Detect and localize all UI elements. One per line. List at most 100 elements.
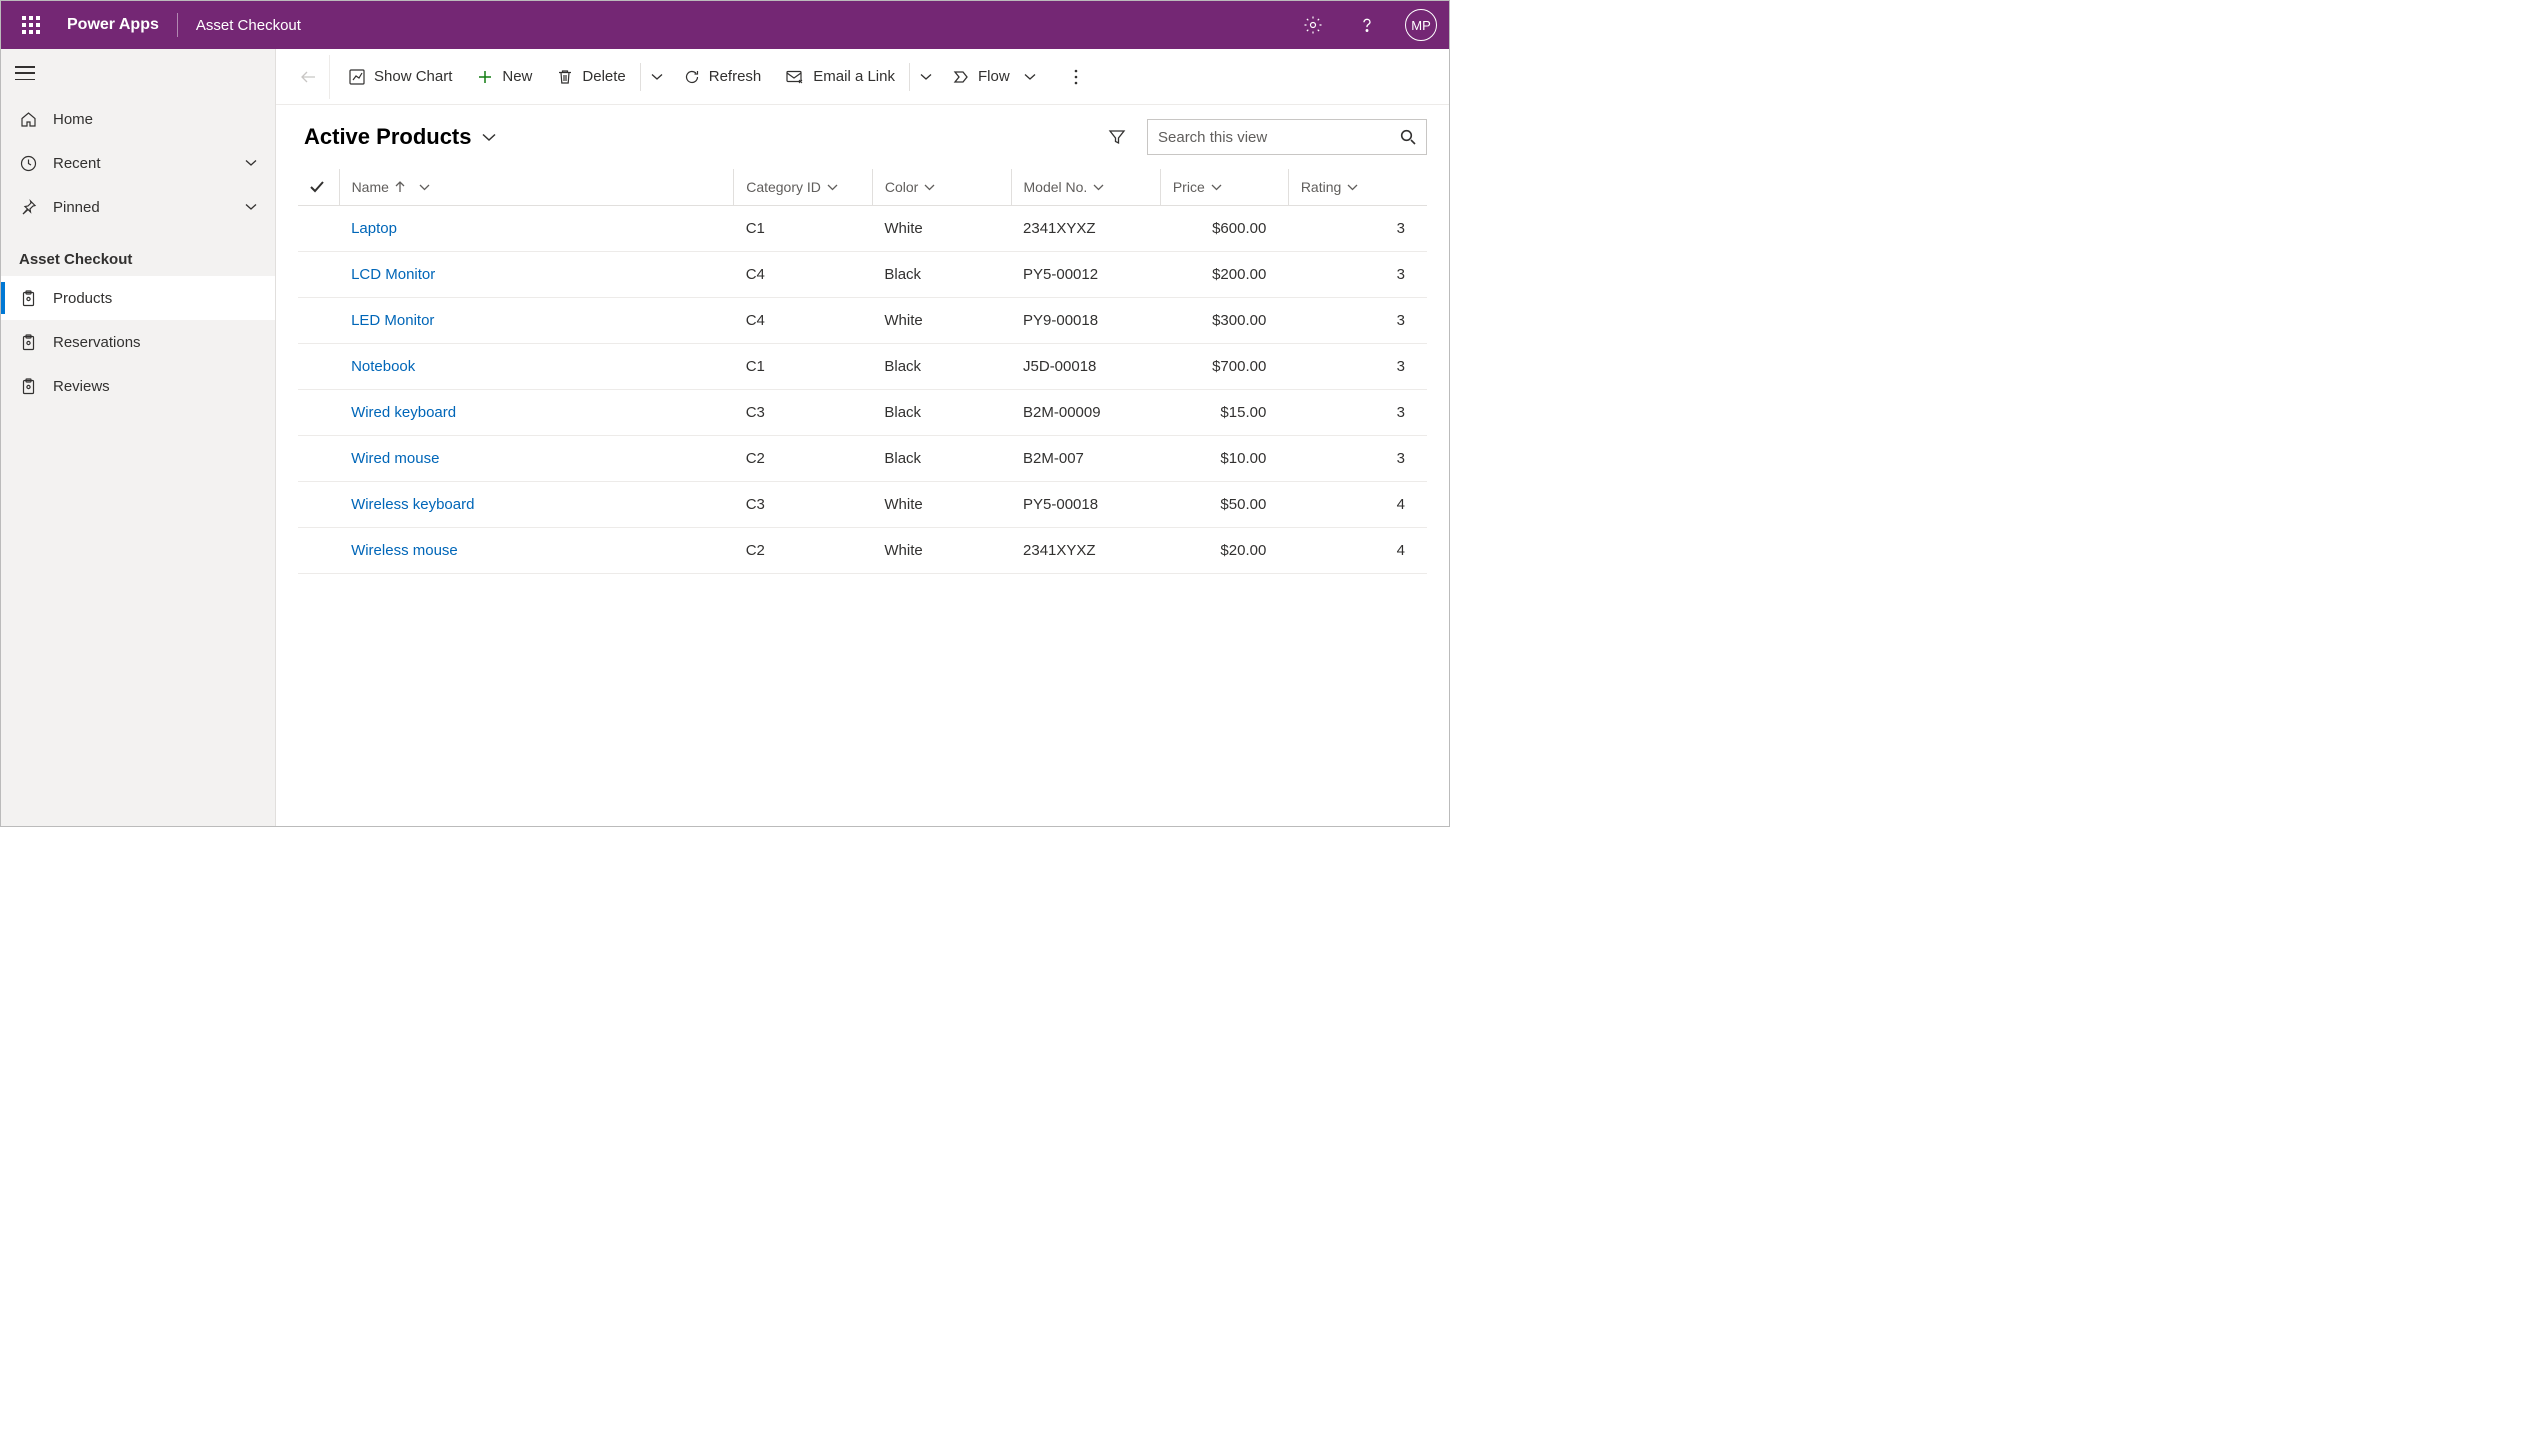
column-label: Rating: [1301, 179, 1341, 195]
plus-icon: [476, 68, 494, 86]
cell-color: White: [872, 206, 1011, 252]
new-button[interactable]: New: [464, 55, 544, 99]
view-selector[interactable]: Active Products: [304, 124, 496, 150]
cell-name: Wireless keyboard: [339, 482, 734, 528]
column-header-model[interactable]: Model No.: [1011, 169, 1160, 206]
cell-name: Notebook: [339, 344, 734, 390]
chevron-down-icon: [482, 133, 496, 142]
email-link-label: Email a Link: [813, 68, 895, 85]
app-launcher-icon[interactable]: [13, 7, 49, 43]
record-link[interactable]: Notebook: [351, 358, 415, 375]
cell-rating: 3: [1288, 298, 1427, 344]
sidebar-item-reservations[interactable]: Reservations: [1, 320, 275, 364]
sidebar-item-products[interactable]: Products: [1, 276, 275, 320]
sidebar-item-reviews[interactable]: Reviews: [1, 364, 275, 408]
show-chart-button[interactable]: Show Chart: [336, 55, 464, 99]
app-title: Power Apps: [67, 16, 159, 34]
row-selector[interactable]: [298, 436, 339, 482]
flow-icon: [952, 68, 970, 86]
row-selector[interactable]: [298, 482, 339, 528]
column-header-name[interactable]: Name: [339, 169, 734, 206]
column-label: Model No.: [1024, 179, 1088, 195]
cell-color: Black: [872, 436, 1011, 482]
search-box[interactable]: [1147, 119, 1427, 155]
record-link[interactable]: LCD Monitor: [351, 266, 435, 283]
chevron-down-icon: [1093, 184, 1104, 191]
search-input[interactable]: [1158, 129, 1392, 146]
cell-category: C2: [734, 436, 873, 482]
delete-split-caret[interactable]: [643, 55, 671, 99]
filter-icon[interactable]: [1101, 121, 1133, 153]
row-selector[interactable]: [298, 390, 339, 436]
nav-home[interactable]: Home: [1, 97, 275, 141]
delete-button[interactable]: Delete: [544, 55, 637, 99]
cell-color: Black: [872, 344, 1011, 390]
table-row[interactable]: NotebookC1BlackJ5D-00018$700.003: [298, 344, 1427, 390]
hamburger-icon[interactable]: [15, 66, 35, 80]
help-icon[interactable]: [1351, 9, 1383, 41]
cell-price: $600.00: [1160, 206, 1288, 252]
settings-icon[interactable]: [1297, 9, 1329, 41]
data-grid: Name Category ID: [298, 169, 1427, 574]
flow-button[interactable]: Flow: [940, 55, 1048, 99]
cell-model: 2341XYXZ: [1011, 528, 1160, 574]
record-link[interactable]: Wired mouse: [351, 450, 439, 467]
table-row[interactable]: Wireless mouseC2White2341XYXZ$20.004: [298, 528, 1427, 574]
delete-label: Delete: [582, 68, 625, 85]
cell-price: $300.00: [1160, 298, 1288, 344]
cell-rating: 3: [1288, 252, 1427, 298]
overflow-button[interactable]: [1060, 55, 1092, 99]
row-selector[interactable]: [298, 252, 339, 298]
sidebar-item-label: Products: [53, 290, 112, 307]
table-row[interactable]: LED MonitorC4WhitePY9-00018$300.003: [298, 298, 1427, 344]
cell-rating: 3: [1288, 390, 1427, 436]
check-icon: [310, 181, 327, 193]
cell-color: White: [872, 528, 1011, 574]
search-icon: [1400, 129, 1416, 145]
column-select-all[interactable]: [298, 169, 339, 206]
record-link[interactable]: Wired keyboard: [351, 404, 456, 421]
nav-pinned[interactable]: Pinned: [1, 185, 275, 229]
email-split-caret[interactable]: [912, 55, 940, 99]
column-header-rating[interactable]: Rating: [1288, 169, 1427, 206]
top-header: Power Apps Asset Checkout MP: [1, 1, 1449, 49]
cell-name: Laptop: [339, 206, 734, 252]
cell-rating: 3: [1288, 436, 1427, 482]
row-selector[interactable]: [298, 528, 339, 574]
cell-price: $700.00: [1160, 344, 1288, 390]
column-label: Category ID: [746, 179, 821, 195]
cell-price: $50.00: [1160, 482, 1288, 528]
column-header-color[interactable]: Color: [872, 169, 1011, 206]
refresh-button[interactable]: Refresh: [671, 55, 774, 99]
cell-price: $20.00: [1160, 528, 1288, 574]
cell-rating: 3: [1288, 344, 1427, 390]
table-row[interactable]: LCD MonitorC4BlackPY5-00012$200.003: [298, 252, 1427, 298]
cell-name: Wired mouse: [339, 436, 734, 482]
cell-category: C4: [734, 252, 873, 298]
email-link-button[interactable]: Email a Link: [773, 55, 907, 99]
email-icon: [785, 68, 805, 86]
cell-model: 2341XYXZ: [1011, 206, 1160, 252]
nav-recent[interactable]: Recent: [1, 141, 275, 185]
cell-category: C1: [734, 344, 873, 390]
nav-home-label: Home: [53, 111, 93, 128]
table-row[interactable]: Wireless keyboardC3WhitePY5-00018$50.004: [298, 482, 1427, 528]
record-link[interactable]: LED Monitor: [351, 312, 434, 329]
cell-name: Wireless mouse: [339, 528, 734, 574]
refresh-icon: [683, 68, 701, 86]
column-header-category[interactable]: Category ID: [734, 169, 873, 206]
cell-name: Wired keyboard: [339, 390, 734, 436]
row-selector[interactable]: [298, 344, 339, 390]
table-row[interactable]: Wired mouseC2BlackB2M-007$10.003: [298, 436, 1427, 482]
record-link[interactable]: Wireless mouse: [351, 542, 458, 559]
row-selector[interactable]: [298, 206, 339, 252]
back-button[interactable]: [286, 55, 330, 99]
record-link[interactable]: Laptop: [351, 220, 397, 237]
table-row[interactable]: LaptopC1White2341XYXZ$600.003: [298, 206, 1427, 252]
user-avatar[interactable]: MP: [1405, 9, 1437, 41]
row-selector[interactable]: [298, 298, 339, 344]
record-link[interactable]: Wireless keyboard: [351, 496, 474, 513]
table-row[interactable]: Wired keyboardC3BlackB2M-00009$15.003: [298, 390, 1427, 436]
column-header-price[interactable]: Price: [1160, 169, 1288, 206]
nav-section-title: Asset Checkout: [1, 229, 275, 276]
